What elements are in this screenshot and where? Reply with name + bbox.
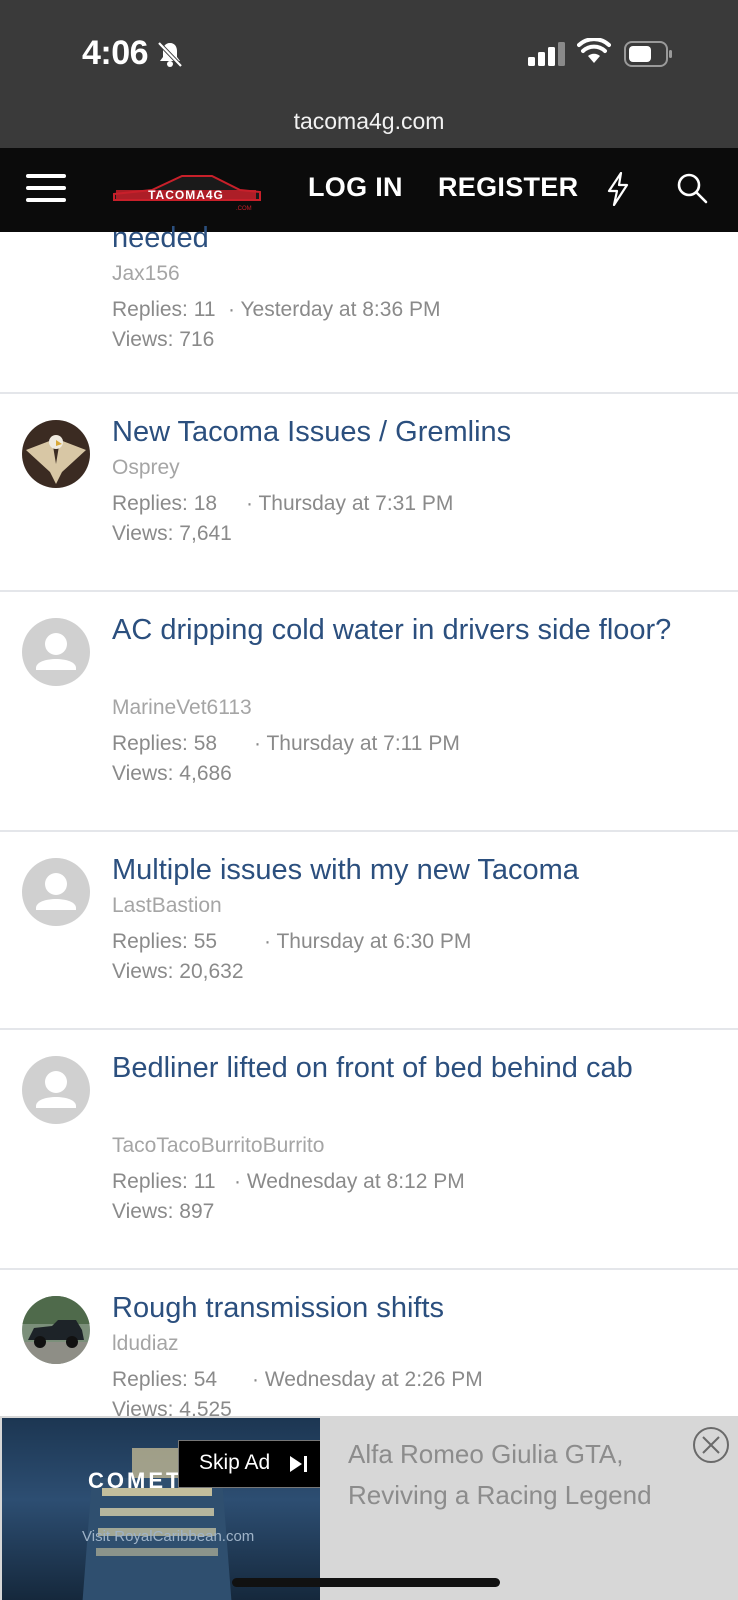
bell-slash-icon <box>157 41 183 68</box>
avatar[interactable] <box>22 1296 90 1364</box>
svg-text:.COM: .COM <box>236 206 252 212</box>
thread-meta: Replies: 58 · Thursday at 7:11 PM <box>112 732 460 756</box>
wifi-icon <box>577 38 611 63</box>
thread-item[interactable]: New Tacoma Issues / Gremlins Osprey Repl… <box>0 394 738 592</box>
thread-title[interactable]: needed <box>112 218 702 259</box>
search-icon[interactable] <box>676 172 708 204</box>
default-user-icon <box>36 873 76 910</box>
status-bar: 4:06 tacoma4g.com <box>0 0 738 148</box>
thread-replies: Replies: 55 <box>112 930 218 953</box>
url-bar[interactable]: tacoma4g.com <box>0 108 738 135</box>
truck-avatar-icon <box>22 1296 90 1364</box>
thread-meta: Replies: 55 · Thursday at 6:30 PM <box>112 930 471 954</box>
skip-ad-label: Skip Ad <box>199 1451 271 1474</box>
battery-icon <box>624 41 672 67</box>
thread-date[interactable]: · Wednesday at 2:26 PM <box>252 1368 483 1392</box>
thread-author[interactable]: LastBastion <box>112 894 222 918</box>
skip-ad-button[interactable]: Skip Ad <box>178 1440 320 1488</box>
site-logo[interactable]: TACOMA4G .COM <box>112 168 262 212</box>
thread-item[interactable]: Bedliner lifted on front of bed behind c… <box>0 1030 738 1270</box>
thread-replies: Replies: 11 <box>112 298 216 321</box>
thread-author[interactable]: ldudiaz <box>112 1332 179 1356</box>
thread-views: Views: 7,641 <box>112 522 232 545</box>
avatar[interactable] <box>22 858 90 926</box>
thread-title[interactable]: Bedliner lifted on front of bed behind c… <box>112 1048 702 1089</box>
thread-meta: Replies: 11 · Wednesday at 8:12 PM <box>112 1170 465 1194</box>
thread-replies: Replies: 11 <box>112 1170 216 1193</box>
thread-views: Views: 4,686 <box>112 762 232 785</box>
thread-title[interactable]: Rough transmission shifts <box>112 1288 702 1329</box>
thread-views: Views: 897 <box>112 1200 215 1223</box>
ad-video[interactable]: COMET Visit RoyalCaribbean.com Skip Ad <box>2 1418 320 1600</box>
cellular-signal-icon <box>528 42 565 66</box>
thread-title[interactable]: New Tacoma Issues / Gremlins <box>112 412 702 453</box>
ad-visit-text: Visit RoyalCaribbean.com <box>82 1528 255 1545</box>
avatar[interactable] <box>22 1056 90 1124</box>
skip-next-icon <box>290 1456 307 1472</box>
avatar[interactable] <box>22 618 90 686</box>
home-indicator[interactable] <box>232 1578 500 1587</box>
thread-meta: Replies: 54 · Wednesday at 2:26 PM <box>112 1368 483 1392</box>
logo-text: TACOMA4G <box>148 188 224 202</box>
avatar[interactable] <box>22 420 90 488</box>
thread-replies: Replies: 54 <box>112 1368 218 1391</box>
thread-item[interactable]: needed Jax156 Replies: 11 · Yesterday at… <box>0 222 738 394</box>
thread-views: Views: 716 <box>112 328 215 351</box>
thread-title[interactable]: Multiple issues with my new Tacoma <box>112 850 702 891</box>
thread-author[interactable]: MarineVet6113 <box>112 696 252 720</box>
menu-icon[interactable] <box>26 170 66 206</box>
close-icon[interactable] <box>692 1426 730 1464</box>
thread-meta: Replies: 11 · Yesterday at 8:36 PM <box>112 298 440 322</box>
thread-author[interactable]: Osprey <box>112 456 180 480</box>
thread-views: Views: 20,632 <box>112 960 244 983</box>
thread-author[interactable]: TacoTacoBurritoBurrito <box>112 1134 324 1158</box>
lightning-bolt-icon[interactable] <box>606 172 630 206</box>
register-button[interactable]: REGISTER <box>438 172 578 203</box>
thread-item[interactable]: AC dripping cold water in drivers side f… <box>0 592 738 832</box>
ad-brand: COMET <box>88 1468 183 1493</box>
thread-replies: Replies: 18 <box>112 492 218 515</box>
thread-author[interactable]: Jax156 <box>112 262 180 286</box>
thread-date[interactable]: · Thursday at 7:31 PM <box>246 492 453 516</box>
default-user-icon <box>36 1071 76 1108</box>
thread-date[interactable]: · Yesterday at 8:36 PM <box>228 298 440 322</box>
default-user-icon <box>36 633 76 670</box>
eagle-avatar-icon <box>22 420 90 488</box>
thread-item[interactable]: Multiple issues with my new Tacoma LastB… <box>0 832 738 1030</box>
ad-banner[interactable]: COMET Visit RoyalCaribbean.com Skip Ad A… <box>0 1416 738 1600</box>
thread-date[interactable]: · Thursday at 7:11 PM <box>254 732 460 756</box>
login-button[interactable]: LOG IN <box>308 172 403 203</box>
thread-date[interactable]: · Thursday at 6:30 PM <box>264 930 471 954</box>
thread-meta: Replies: 18 · Thursday at 7:31 PM <box>112 492 453 516</box>
thread-replies: Replies: 58 <box>112 732 218 755</box>
thread-date[interactable]: · Wednesday at 8:12 PM <box>234 1170 465 1194</box>
ad-headline[interactable]: Alfa Romeo Giulia GTA, Reviving a Racing… <box>348 1434 668 1516</box>
thread-title[interactable]: AC dripping cold water in drivers side f… <box>112 610 702 651</box>
clock: 4:06 <box>82 34 149 72</box>
